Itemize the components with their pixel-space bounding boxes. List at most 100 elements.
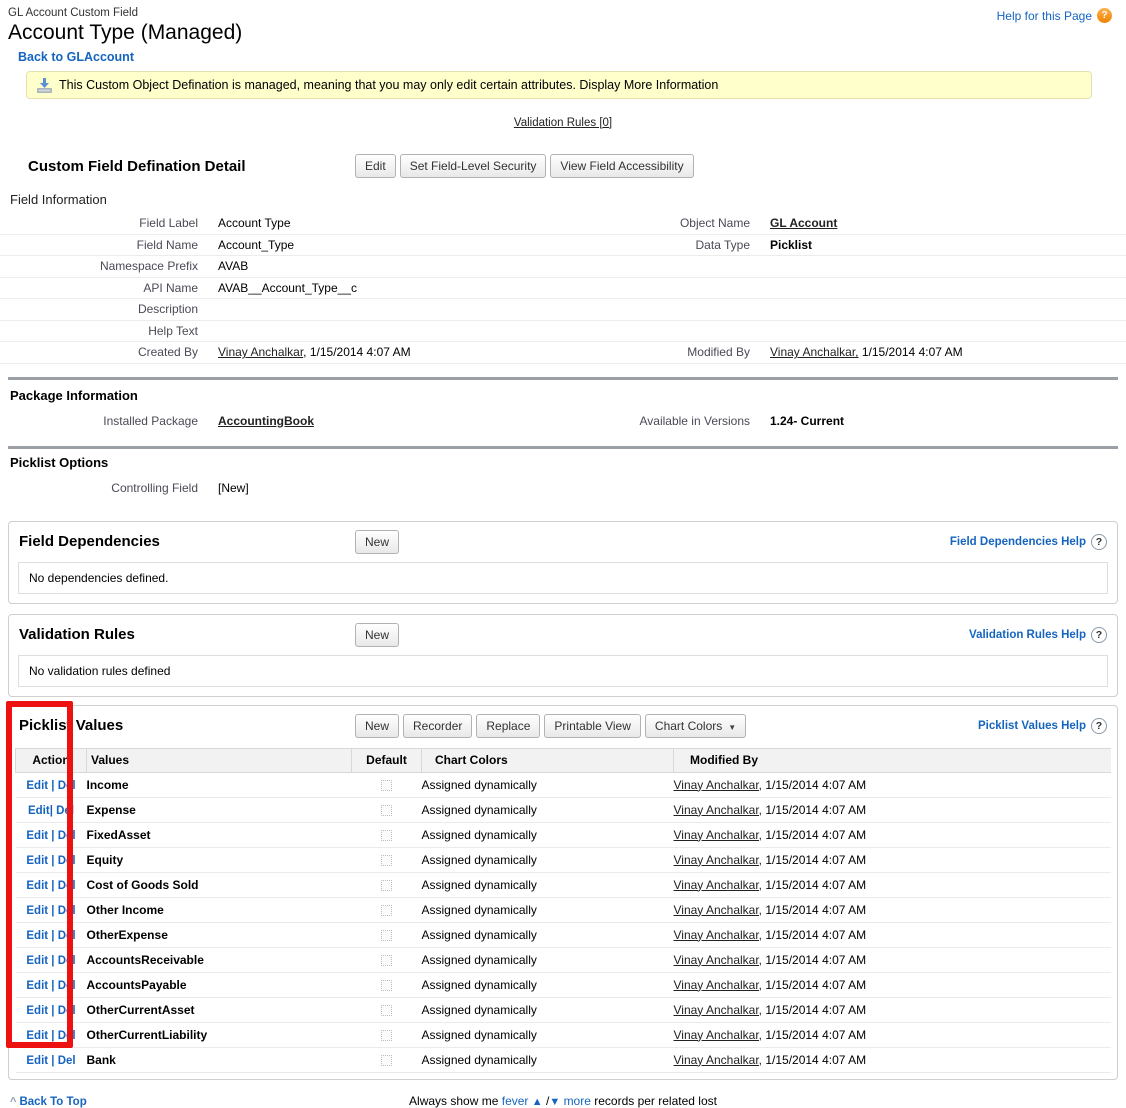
edit-link[interactable]: Edit (26, 830, 48, 842)
view-field-accessibility-button[interactable]: View Field Accessibility (550, 154, 693, 178)
help-circle-icon[interactable]: ? (1091, 627, 1107, 643)
del-link[interactable]: Del (58, 980, 76, 992)
edit-link[interactable]: Edit (28, 805, 50, 817)
object-name-link[interactable]: GL Account (770, 216, 837, 230)
table-row: Edit | Del AccountsReceivable Assigned d… (16, 947, 1112, 972)
more-records-link[interactable]: more (564, 1094, 591, 1108)
modified-by-link[interactable]: Vinay Anchalkar, (674, 978, 763, 992)
table-row: Edit | Del FixedAsset Assigned dynamical… (16, 822, 1112, 847)
field-dependencies-new-button[interactable]: New (355, 530, 399, 554)
field-row: Description (0, 299, 1126, 321)
chevron-down-icon: ▼ (728, 723, 736, 732)
picklist-new-button[interactable]: New (355, 714, 399, 738)
help-circle-icon[interactable]: ? (1091, 718, 1107, 734)
picklist-values-table: Action Values Default Chart Colors Modif… (15, 748, 1111, 1073)
default-checkbox (381, 930, 392, 941)
default-checkbox (381, 905, 392, 916)
del-link[interactable]: Del (58, 930, 76, 942)
del-link[interactable]: Del (58, 1005, 76, 1017)
installed-package-link[interactable]: AccountingBook (218, 414, 314, 428)
modified-by-link[interactable]: Vinay Anchalkar, (674, 928, 763, 942)
picklist-value: Income (87, 772, 352, 797)
field-row: API NameAVAB__Account_Type__c (0, 278, 1126, 300)
edit-link[interactable]: Edit (26, 855, 48, 867)
edit-link[interactable]: Edit (26, 880, 48, 892)
default-checkbox (381, 1030, 392, 1041)
del-link[interactable]: Del (58, 955, 76, 967)
edit-link[interactable]: Edit (26, 780, 48, 792)
del-link[interactable]: Del (56, 805, 74, 817)
modified-by-link[interactable]: Vinay Anchalkar, (674, 903, 763, 917)
modified-by-link[interactable]: Vinay Anchalkar, (674, 1028, 763, 1042)
default-checkbox (381, 1055, 392, 1066)
column-header-modified-by: Modified By (674, 748, 1112, 772)
default-checkbox (381, 880, 392, 891)
field-information-label: Field Information (10, 192, 1126, 207)
modified-by-link[interactable]: Vinay Anchalkar, (674, 778, 763, 792)
validation-rules-panel: Validation Rules New Validation Rules He… (8, 614, 1118, 697)
modified-by-link[interactable]: Vinay Anchalkar, (674, 878, 763, 892)
fewer-records-link[interactable]: fever (502, 1094, 529, 1108)
help-question-icon[interactable]: ? (1097, 8, 1112, 23)
edit-link[interactable]: Edit (26, 905, 48, 917)
modified-by-link[interactable]: Vinay Anchalkar, (674, 853, 763, 867)
validation-rules-new-button[interactable]: New (355, 623, 399, 647)
banner-text: This Custom Object Defination is managed… (59, 78, 718, 92)
edit-button[interactable]: Edit (355, 154, 396, 178)
picklist-values-title: Picklist Values (19, 717, 355, 734)
field-dependencies-title: Field Dependencies (19, 533, 355, 550)
del-link[interactable]: Del (58, 1030, 76, 1042)
del-link[interactable]: Del (58, 780, 76, 792)
modified-by-link[interactable]: Vinay Anchalkar, (674, 803, 763, 817)
default-checkbox (381, 955, 392, 966)
picklist-recorder-button[interactable]: Recorder (403, 714, 472, 738)
column-header-default: Default (352, 748, 422, 772)
del-link[interactable]: Del (58, 830, 76, 842)
field-dependencies-help-link[interactable]: Field Dependencies Help (950, 536, 1086, 548)
picklist-value: Bank (87, 1047, 352, 1072)
chart-colors-value: Assigned dynamically (422, 972, 674, 997)
data-type-value: Picklist (750, 238, 812, 252)
del-link[interactable]: Del (58, 880, 76, 892)
picklist-value: Cost of Goods Sold (87, 872, 352, 897)
default-checkbox (381, 1005, 392, 1016)
picklist-value: AccountsReceivable (87, 947, 352, 972)
chart-colors-value: Assigned dynamically (422, 872, 674, 897)
picklist-chart-colors-button[interactable]: Chart Colors▼ (645, 714, 746, 738)
edit-link[interactable]: Edit (26, 955, 48, 967)
picklist-values-panel: Picklist Values New Recorder Replace Pri… (8, 705, 1118, 1080)
section-divider (8, 446, 1118, 449)
edit-link[interactable]: Edit (26, 1005, 48, 1017)
set-field-level-security-button[interactable]: Set Field-Level Security (400, 154, 547, 178)
help-for-this-page-link[interactable]: Help for this Page (997, 9, 1092, 23)
picklist-replace-button[interactable]: Replace (476, 714, 540, 738)
del-link[interactable]: Del (58, 855, 76, 867)
validation-rules-anchor-link[interactable]: Validation Rules [0] (514, 117, 612, 129)
edit-link[interactable]: Edit (26, 1030, 48, 1042)
detail-section-header: Custom Field Defination Detail Edit Set … (0, 153, 1126, 179)
del-link[interactable]: Del (58, 1055, 76, 1067)
created-by-link[interactable]: Vinay Anchalkar (218, 345, 303, 359)
validation-rules-help-link[interactable]: Validation Rules Help (969, 629, 1086, 641)
help-circle-icon[interactable]: ? (1091, 534, 1107, 550)
modified-by-link[interactable]: Vinay Anchalkar, (674, 953, 763, 967)
entity-kicker: GL Account Custom Field (8, 7, 1116, 19)
table-row: Edit | Del Other Income Assigned dynamic… (16, 897, 1112, 922)
edit-link[interactable]: Edit (26, 980, 48, 992)
picklist-values-help-link[interactable]: Picklist Values Help (978, 720, 1086, 732)
modified-by-link[interactable]: Vinay Anchalkar, (674, 1003, 763, 1017)
table-row: Edit | Del Income Assigned dynamically V… (16, 772, 1112, 797)
modified-by-link[interactable]: Vinay Anchalkar, (674, 828, 763, 842)
picklist-value: AccountsPayable (87, 972, 352, 997)
modified-by-link[interactable]: Vinay Anchalkar, (770, 345, 859, 359)
package-information-row: Installed PackageAccountingBook Availabl… (0, 410, 1126, 432)
modified-by-link[interactable]: Vinay Anchalkar, (674, 1053, 763, 1067)
edit-link[interactable]: Edit (26, 930, 48, 942)
chart-colors-value: Assigned dynamically (422, 997, 674, 1022)
controlling-field-value: [New] (198, 481, 249, 495)
back-to-object-link[interactable]: Back to GLAccount (18, 50, 134, 64)
picklist-printable-view-button[interactable]: Printable View (544, 714, 641, 738)
del-link[interactable]: Del (58, 905, 76, 917)
edit-link[interactable]: Edit (26, 1055, 48, 1067)
picklist-value: OtherCurrentAsset (87, 997, 352, 1022)
